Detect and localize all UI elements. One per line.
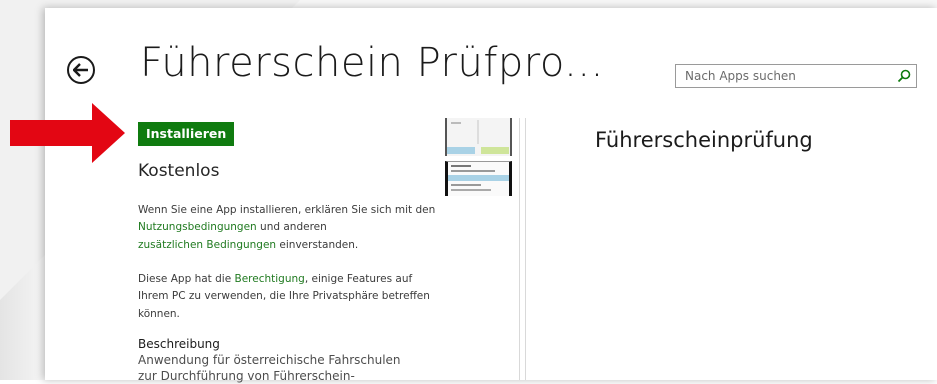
price-label: Kostenlos bbox=[138, 161, 220, 181]
search-input[interactable] bbox=[676, 65, 886, 87]
terms-of-use-link[interactable]: Nutzungsbedingungen bbox=[138, 221, 257, 233]
terms-text: Wenn Sie eine App installieren, erklären… bbox=[138, 202, 435, 254]
permissions-link[interactable]: Berechtigung bbox=[235, 273, 305, 285]
terms-line: Wenn Sie eine App installieren, erklären… bbox=[138, 204, 436, 216]
additional-terms-link[interactable]: zusätzlichen Bedingungen bbox=[138, 239, 276, 251]
panel-divider bbox=[525, 118, 526, 380]
terms-line: zusätzlichen Bedingungen einverstanden. bbox=[138, 237, 435, 254]
description-heading: Beschreibung bbox=[138, 337, 220, 351]
screenshot-heading: Führerscheinprüfung bbox=[595, 128, 813, 152]
permissions-text: Diese App hat die Berechtigung, einige F… bbox=[138, 271, 430, 323]
column-divider bbox=[519, 118, 520, 380]
description-text: Anwendung für österreichische Fahrschule… bbox=[138, 352, 401, 384]
permissions-line: können. bbox=[138, 307, 180, 320]
page-title: Führerschein Prüfpro... bbox=[140, 40, 604, 86]
permissions-text-part: , einige Features auf bbox=[304, 273, 413, 285]
terms-text-part: einverstanden. bbox=[276, 238, 359, 251]
terms-line: Nutzungsbedingungen und anderen bbox=[138, 219, 435, 236]
back-button[interactable] bbox=[67, 56, 95, 84]
description-line: zur Durchführung von Führerschein- bbox=[138, 369, 355, 383]
red-arrow-annotation-icon bbox=[10, 103, 125, 163]
permissions-line: Ihrem PC zu verwenden, die Ihre Privatsp… bbox=[138, 290, 430, 303]
search-icon[interactable] bbox=[897, 69, 911, 83]
description-line: Anwendung für österreichische Fahrschule… bbox=[138, 353, 401, 367]
back-arrow-icon bbox=[73, 63, 88, 77]
thumbnail-preview-icon bbox=[447, 120, 509, 154]
install-button[interactable]: Installieren bbox=[138, 122, 235, 146]
thumbnail-preview-icon bbox=[448, 165, 509, 191]
screenshot-thumbnail[interactable] bbox=[445, 161, 512, 196]
permissions-line: Diese App hat die Berechtigung, einige F… bbox=[138, 271, 430, 288]
screenshot-thumbnail[interactable] bbox=[445, 118, 512, 156]
search-box[interactable] bbox=[675, 64, 917, 88]
permissions-text-part: Diese App hat die bbox=[138, 273, 235, 285]
terms-text-part: und anderen bbox=[256, 221, 327, 234]
